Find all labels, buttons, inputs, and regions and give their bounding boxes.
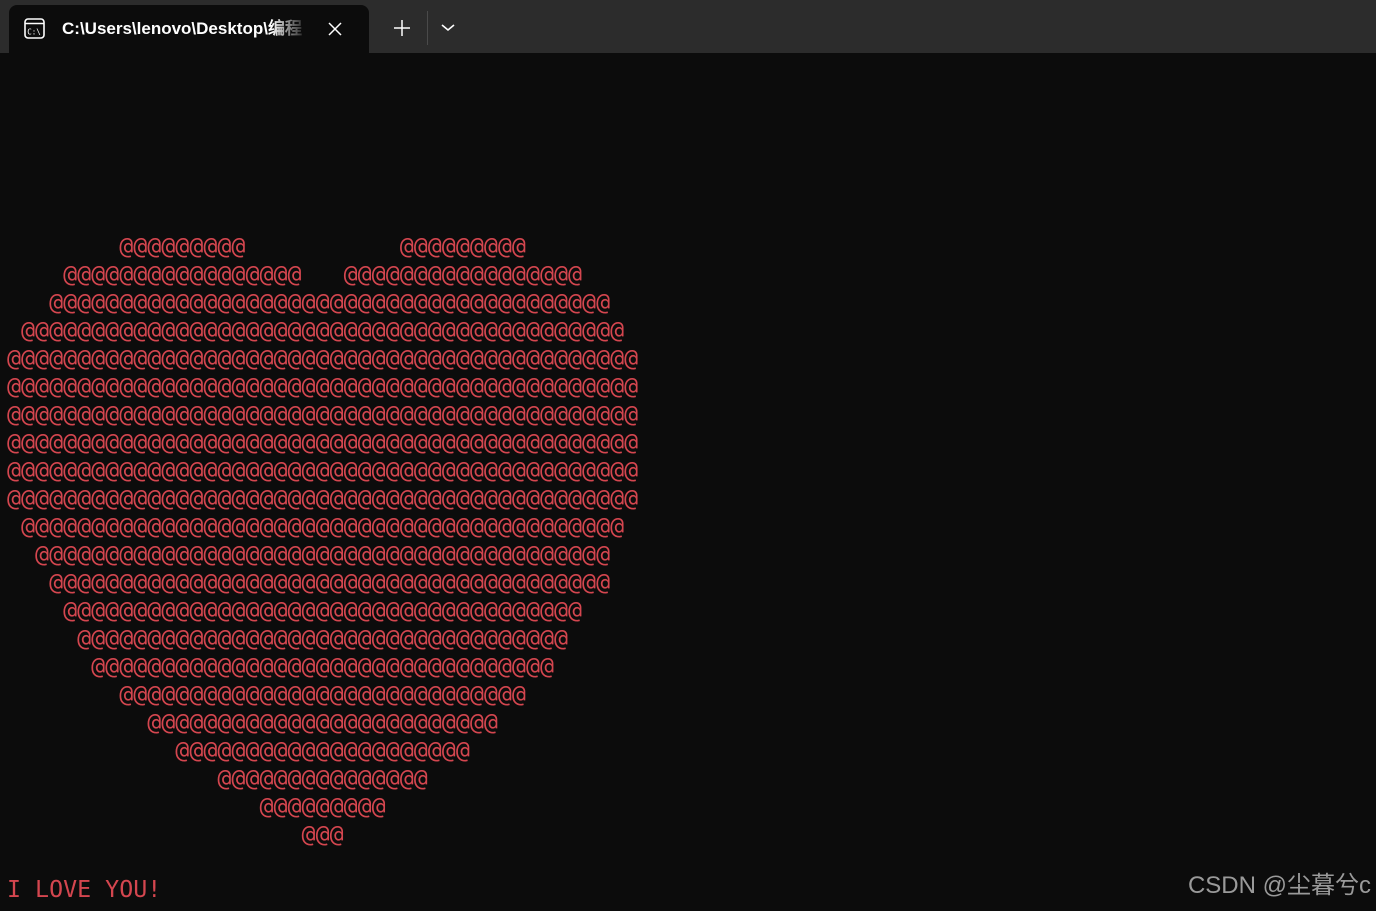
svg-text:C:\: C:\	[27, 28, 41, 37]
close-icon[interactable]	[325, 19, 345, 39]
heart-line: @@@@@@@@@	[7, 793, 386, 820]
heart-line: @@@@@@@@@@@@@@@	[7, 765, 428, 792]
heart-line: @@@@@@@@@@@@@@@@@@@@@@@@@	[7, 709, 498, 736]
heart-line: @@@	[7, 821, 344, 848]
heart-line: @@@@@@@@@@@@@@@@@@@@@@@@@@@@@@@@@@@@@@@@	[7, 569, 611, 596]
heart-line: @@@@@@@@@@@@@@@@@@@@@@@@@@@@@@@@@@@@@@@@…	[7, 457, 639, 484]
heart-line	[7, 177, 638, 205]
csdn-watermark: CSDN @尘暮兮c	[1187, 872, 1371, 899]
heart-line: @@@@@@@@@@@@@@@@@@@@@@@@@@@@@@@@@@@@@@@@…	[7, 513, 625, 540]
heart-line: @@@@@@@@@@@@@@@@@@@@@@@@@@@@@@@@@@@@@@@@…	[7, 429, 639, 456]
heart-line: @@@@@@@@@@@@@@@@@@@@@@@@@@@@@@@@@	[7, 653, 555, 680]
heart-line: @@@@@@@@@@@@@@@@@@@@@@@@@@@@@@@@@@@@@@@@…	[7, 317, 625, 344]
heart-line: @@@@@@@@@@@@@@@@@@@@@@@@@@@@@@@@@@@@@	[7, 597, 583, 624]
heart-line: @@@@@@@@@@@@@@@@@@@@@@@@@@@@@@@@@@@@@@@@	[7, 289, 611, 316]
terminal-icon: C:\	[24, 18, 45, 39]
plus-icon[interactable]	[388, 14, 416, 42]
heart-line: @@@@@@@@@@@@@@@@@@@@@	[7, 737, 470, 764]
tab-active[interactable]: C:\ C:\Users\lenovo\Desktop\编程	[9, 5, 369, 53]
tab-bar: C:\ C:\Users\lenovo\Desktop\编程	[0, 0, 1376, 53]
heart-line: @@@@@@@@@@@@@@@@@ @@@@@@@@@@@@@@@@@	[7, 261, 583, 288]
love-message: I LOVE YOU!	[7, 876, 162, 903]
heart-line: @@@@@@@@@@@@@@@@@@@@@@@@@@@@@@@@@@@@@@@@…	[7, 345, 639, 372]
heart-line: @@@@@@@@@ @@@@@@@@@	[7, 233, 526, 260]
heart-line: @@@@@@@@@@@@@@@@@@@@@@@@@@@@@@@@@@@@@@@@…	[7, 541, 611, 568]
heart-line: @@@@@@@@@@@@@@@@@@@@@@@@@@@@@@@@@@@@@@@@…	[7, 373, 639, 400]
heart-line: @@@@@@@@@@@@@@@@@@@@@@@@@@@@@@@@@@@	[7, 625, 569, 652]
heart-line	[7, 205, 638, 233]
console-output[interactable]: @@@@@@@@@ @@@@@@@@@ @@@@@@@@@@@@@@@@@ @@…	[0, 53, 1376, 911]
tab-title: C:\Users\lenovo\Desktop\编程	[62, 19, 302, 38]
heart-line	[7, 149, 638, 177]
heart-line	[7, 121, 638, 149]
ascii-heart: @@@@@@@@@ @@@@@@@@@ @@@@@@@@@@@@@@@@@ @@…	[7, 121, 638, 849]
heart-line: @@@@@@@@@@@@@@@@@@@@@@@@@@@@@@@@@@@@@@@@…	[7, 401, 639, 428]
heart-line: @@@@@@@@@@@@@@@@@@@@@@@@@@@@@	[7, 681, 526, 708]
tab-separator	[427, 11, 428, 45]
terminal-window: C:\ C:\Users\lenovo\Desktop\编程 @@@@@@@@@…	[0, 0, 1376, 911]
heart-line: @@@@@@@@@@@@@@@@@@@@@@@@@@@@@@@@@@@@@@@@…	[7, 485, 639, 512]
chevron-down-icon[interactable]	[436, 15, 460, 39]
